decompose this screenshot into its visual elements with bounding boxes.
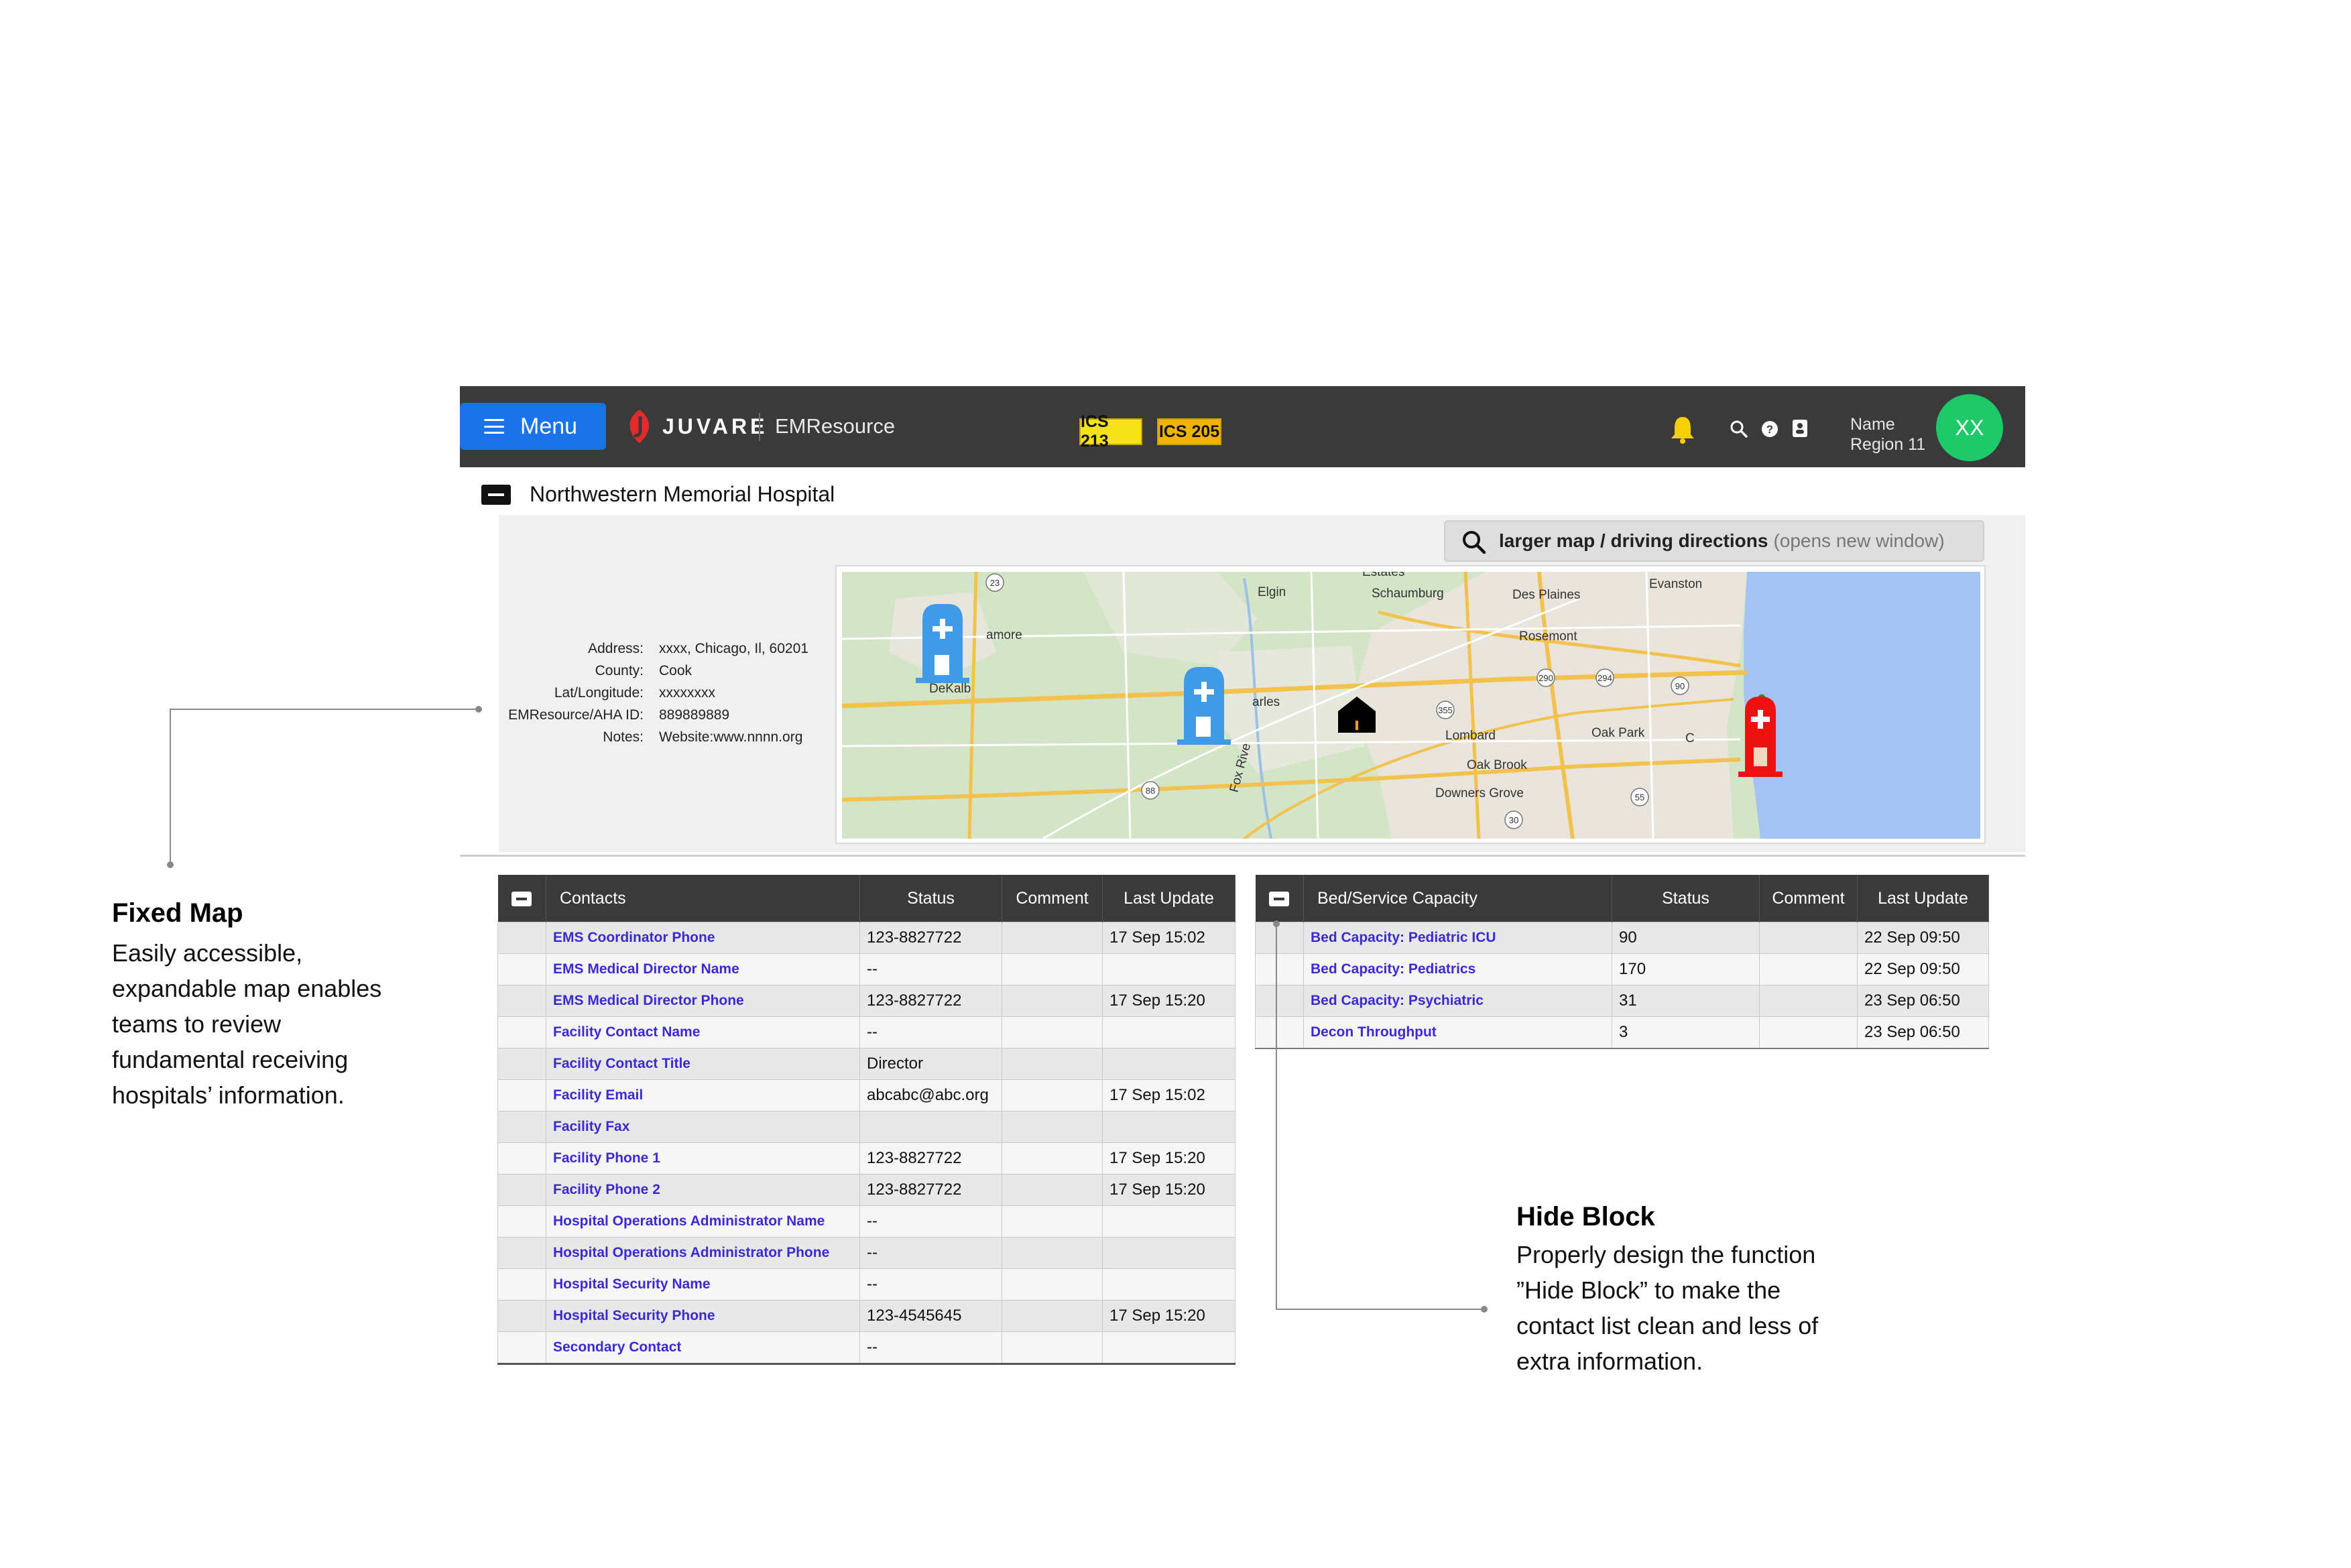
annotation-line: ”Hide Block” to make the (1516, 1276, 1781, 1304)
fixed-map-annotation-title: Fixed Map (112, 898, 243, 928)
annotation-line: teams to review (112, 1010, 282, 1038)
annotation-line: hospitals’ information. (112, 1081, 345, 1109)
annotation-connectors (167, 706, 1488, 1313)
fixed-map-connector (167, 706, 482, 868)
annotation-line: Properly design the function (1516, 1241, 1816, 1268)
annotation-line: fundamental receiving (112, 1046, 349, 1073)
hide-block-annotation-title: Hide Block (1516, 1202, 1655, 1231)
annotation-line: extra information. (1516, 1347, 1703, 1375)
fixed-map-annotation-body: Easily accessible, expandable map enable… (112, 935, 461, 1113)
annotation-line: expandable map enables (112, 975, 382, 1002)
hide-block-connector (1273, 920, 1488, 1313)
annotation-line: Easily accessible, (112, 939, 303, 967)
hide-block-annotation-body: Properly design the function ”Hide Block… (1516, 1237, 1892, 1379)
annotation-line: contact list clean and less of (1516, 1312, 1819, 1339)
